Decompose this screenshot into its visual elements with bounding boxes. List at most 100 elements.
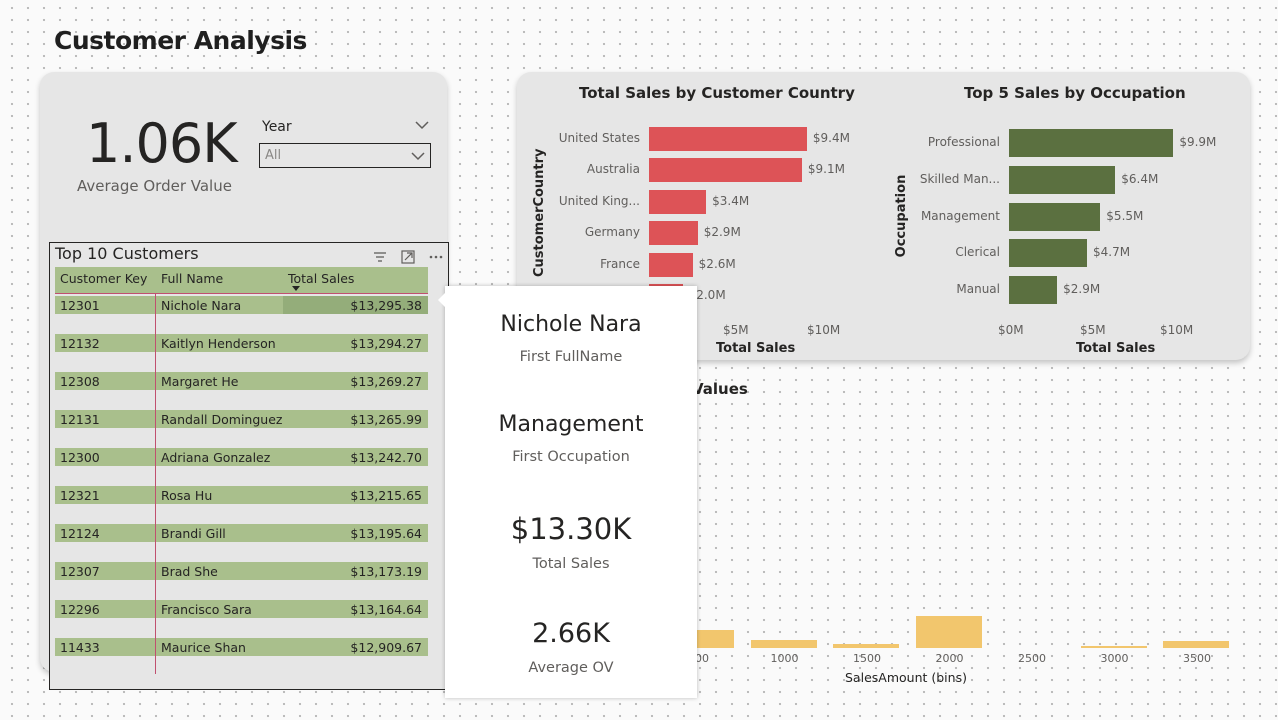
customer-key-cell: 12131 (60, 412, 100, 427)
full-name-cell: Maurice Shan (161, 640, 246, 655)
x-tick-label: 1500 (853, 652, 881, 665)
bar[interactable] (1009, 239, 1088, 268)
bar[interactable] (649, 127, 807, 151)
occupation-chart-title: Top 5 Sales by Occupation (964, 84, 1186, 102)
table-row[interactable]: 12132 Kaitlyn Henderson $13,294.27 (55, 334, 428, 352)
x-tick-label: 3000 (1100, 652, 1129, 665)
histogram-bar[interactable] (750, 640, 817, 648)
year-slicer-label: Year (262, 119, 292, 135)
customer-key-cell: 12296 (60, 602, 100, 617)
bar[interactable] (649, 221, 698, 246)
table-row[interactable]: 12296 Francisco Sara $13,164.64 (55, 600, 428, 618)
country-chart-x-axis-title: Total Sales (716, 341, 796, 356)
tooltip-average-ov-label: Average OV (528, 660, 614, 676)
customer-key-cell: 12301 (60, 298, 100, 313)
customer-key-cell: 12132 (60, 336, 100, 351)
bar[interactable] (1009, 202, 1101, 231)
category-label: Professional (927, 135, 1000, 149)
sort-descending-icon (292, 286, 300, 291)
customer-key-cell: 12308 (60, 374, 100, 389)
bar[interactable] (649, 252, 693, 277)
full-name-cell: Randall Dominguez (161, 412, 283, 427)
category-label: France (600, 256, 640, 271)
chevron-down-icon[interactable] (414, 117, 430, 133)
table-row[interactable]: 12308 Margaret He $13,269.27 (55, 372, 428, 390)
histogram-bar[interactable] (915, 616, 982, 648)
total-sales-cell: $13,265.99 (350, 412, 422, 427)
column-header-full-name[interactable]: Full Name (161, 271, 223, 286)
category-label: United States (558, 131, 640, 145)
tooltip-occupation-value: Management (498, 412, 644, 437)
tooltip-total-sales-value: $13.30K (510, 512, 632, 546)
table-row[interactable]: 12301 Nichole Nara $13,295.38 (55, 296, 428, 314)
tooltip-full-name-label: First FullName (519, 349, 623, 365)
country-chart-title: Total Sales by Customer Country (579, 84, 855, 102)
total-sales-cell: $13,295.38 (350, 298, 422, 313)
data-label: $2.9M (703, 225, 741, 240)
data-label: $2.6M (698, 256, 736, 271)
full-name-cell: Brad She (161, 564, 218, 579)
table-row[interactable]: 11433 Maurice Shan $12,909.67 (55, 638, 428, 656)
tooltip-total-sales-label: Total Sales (532, 556, 610, 572)
occupation-chart-x-axis-title: Total Sales (1076, 341, 1156, 356)
filter-icon[interactable] (369, 247, 391, 267)
histogram-bar[interactable] (833, 644, 899, 648)
category-label: Australia (586, 162, 640, 177)
total-sales-cell: $13,269.27 (350, 374, 422, 389)
more-options-icon[interactable] (425, 247, 447, 267)
chevron-down-icon (411, 152, 425, 161)
tooltip-pointer (438, 292, 446, 308)
bar[interactable] (1009, 129, 1174, 157)
table-row[interactable]: 12307 Brad She $13,173.19 (55, 562, 428, 580)
full-name-cell: Kaitlyn Henderson (161, 336, 276, 351)
full-name-cell: Rosa Hu (161, 488, 213, 503)
average-order-value-label: Average Order Value (77, 177, 232, 195)
total-sales-cell: $12,909.67 (350, 640, 422, 655)
histogram-title: Values (692, 380, 748, 398)
data-label: $9.4M (812, 131, 850, 145)
tooltip-occupation-label: First Occupation (512, 449, 630, 465)
top-customers-table[interactable]: Top 10 Customers Customer Key Full Name … (49, 242, 449, 690)
bar[interactable] (649, 158, 802, 183)
bar[interactable] (649, 189, 707, 214)
customer-key-cell: 12300 (60, 450, 100, 465)
category-label: Germany (584, 225, 640, 240)
total-sales-cell: $13,164.64 (350, 602, 422, 617)
total-sales-cell: $13,242.70 (350, 450, 422, 465)
focus-mode-icon[interactable] (397, 247, 419, 267)
column-header-customer-key[interactable]: Customer Key (60, 271, 147, 286)
table-title: Top 10 Customers (55, 244, 199, 263)
page-title: Customer Analysis (54, 26, 307, 55)
year-slicer-value: All (265, 148, 282, 163)
column-resize-handle[interactable] (155, 294, 156, 674)
data-label: $3.4M (712, 193, 750, 208)
histogram-bar[interactable] (1080, 646, 1147, 648)
total-sales-cell: $13,195.64 (350, 526, 422, 541)
table-row[interactable]: 12124 Brandi Gill $13,195.64 (55, 524, 428, 542)
customer-key-cell: 12307 (60, 564, 100, 579)
x-tick-label: $5M (723, 323, 749, 337)
category-label: United King... (558, 193, 640, 208)
table-row[interactable]: 12321 Rosa Hu $13,215.65 (55, 486, 428, 504)
full-name-cell: Margaret He (161, 374, 239, 389)
customer-key-cell: 12321 (60, 488, 100, 503)
histogram-bar[interactable] (1163, 641, 1229, 648)
category-label: Clerical (955, 245, 1000, 260)
data-label: $4.7M (1093, 245, 1131, 260)
average-order-value-kpi: 1.06K (86, 112, 238, 175)
x-tick-label: 2500 (1018, 652, 1046, 665)
column-header-total-sales[interactable]: Total Sales (288, 271, 354, 286)
table-row[interactable]: 12300 Adriana Gonzalez $13,242.70 (55, 448, 428, 466)
full-name-cell: Nichole Nara (161, 298, 242, 313)
table-row[interactable]: 12131 Randall Dominguez $13,265.99 (55, 410, 428, 428)
data-label: $5.5M (1106, 208, 1144, 223)
bar[interactable] (1009, 276, 1058, 305)
data-label: $6.4M (1121, 171, 1159, 186)
x-tick-label: $5M (1080, 323, 1106, 337)
x-tick-label: $10M (807, 323, 841, 337)
full-name-cell: Francisco Sara (161, 602, 252, 617)
bar[interactable] (1009, 165, 1116, 194)
tooltip-average-ov-value: 2.66K (532, 618, 610, 649)
data-label: $9.9M (1179, 135, 1217, 149)
year-slicer-dropdown[interactable]: All (259, 143, 431, 168)
